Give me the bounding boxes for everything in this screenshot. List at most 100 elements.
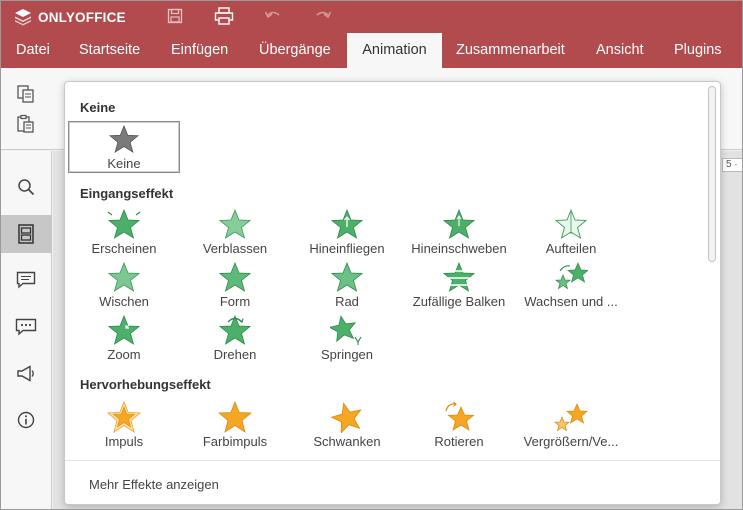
effect-farbimpuls[interactable]: Farbimpuls [179,400,291,452]
announcements-button[interactable] [0,355,52,393]
comment-icon [16,271,36,289]
search-icon [18,179,35,196]
print-button[interactable] [213,6,235,26]
star-split-icon [555,208,587,240]
effect-wischen[interactable]: Wischen [68,260,180,312]
star-float-in-icon [443,208,475,239]
effect-label: Hineinschweben [411,241,507,256]
effect-erscheinen[interactable]: Erscheinen [68,207,180,259]
star-rotate-icon [219,314,251,345]
megaphone-icon [17,365,34,382]
save-button[interactable] [164,6,186,26]
star-random-bars-icon [443,261,475,292]
star-fly-in-icon [331,208,363,239]
effect-zufaellige-balken[interactable]: Zufällige Balken [403,260,515,312]
tab-uebergaenge[interactable]: Übergänge [248,33,342,68]
effect-form[interactable]: Form [179,260,291,312]
tab-plugins[interactable]: Plugins [663,33,733,68]
effect-label: Zoom [107,347,141,362]
effect-aufteilen[interactable]: Aufteilen [515,207,627,259]
print-icon [214,7,234,25]
star-appear-icon [107,208,141,239]
title-bar: ONLYOFFICE [0,0,743,33]
effect-label: Impuls [104,434,144,449]
star-spin-icon [445,401,475,431]
effect-label: Drehen [213,347,257,362]
effect-label: Schwanken [313,434,381,449]
effect-rad[interactable]: Rad [291,260,403,312]
onlyoffice-logo-icon [15,9,31,26]
effect-label: Springen [320,347,374,362]
star-shape-icon [219,261,251,292]
star-teeter-icon [330,402,362,433]
effect-drehen[interactable]: Drehen [179,313,291,365]
about-button[interactable] [0,401,52,439]
panel-divider [65,460,720,461]
effect-label: Form [219,294,251,309]
effect-hineinfliegen[interactable]: Hineinfliegen [291,207,403,259]
animation-effects-panel: Keine Keine Eingangseffekt Erscheinen Ve… [64,81,721,505]
effect-label: Aufteilen [545,241,597,256]
chat-icon [15,318,37,336]
paste-button[interactable] [16,114,36,134]
left-sidebar [0,151,52,510]
comments-button[interactable] [0,261,52,299]
star-color-pulse-icon [218,401,252,433]
more-effects-link[interactable]: Mehr Effekte anzeigen [89,477,219,492]
effect-vergroessern-verkleinern[interactable]: Vergrößern/Ve... [515,400,627,452]
effect-impuls[interactable]: Impuls [68,400,180,452]
star-wipe-icon [108,261,140,292]
star-fade-icon [219,208,251,239]
star-grow-turn-icon [555,262,588,290]
tab-datei[interactable]: Datei [5,33,61,68]
effect-label: Keine [107,156,141,171]
redo-icon [316,11,332,19]
section-title-entrance: Eingangseffekt [80,186,174,201]
effect-label: Farbimpuls [202,434,268,449]
effect-label: Vergrößern/Ve... [523,434,619,449]
section-title-emphasis: Hervorhebungseffekt [80,377,211,392]
effect-label: Rad [335,294,359,309]
slides-icon [18,224,34,244]
tab-startseite[interactable]: Startseite [68,33,151,68]
tab-zusammenarbeit[interactable]: Zusammenarbeit [445,33,576,68]
star-pulse-icon [107,401,141,433]
effect-keine[interactable]: Keine [68,121,180,173]
undo-button[interactable] [262,6,284,26]
effect-label: Wachsen und ... [524,294,618,309]
section-title-none: Keine [80,100,116,115]
tab-bar: Datei Startseite Einfügen Übergänge Anim… [0,33,743,68]
effect-label: Verblassen [202,241,268,256]
panel-scrollbar[interactable] [708,86,716,262]
effect-verblassen[interactable]: Verblassen [179,207,291,259]
effect-springen[interactable]: Springen [291,313,403,365]
tab-einfuegen[interactable]: Einfügen [160,33,239,68]
effect-label: Zufällige Balken [412,294,506,309]
effect-schwanken[interactable]: Schwanken [291,400,403,452]
effect-label: Rotieren [434,434,484,449]
copy-button[interactable] [16,84,36,104]
star-wheel-icon [331,261,363,292]
search-button[interactable] [0,168,52,206]
chat-button[interactable] [0,308,52,346]
redo-button[interactable] [312,6,334,26]
effect-zoom[interactable]: Zoom [68,313,180,365]
star-gray-icon [109,124,139,153]
tab-animation[interactable]: Animation [347,33,442,68]
effect-rotieren[interactable]: Rotieren [403,400,515,452]
app-logo: ONLYOFFICE [14,7,126,27]
app-name: ONLYOFFICE [38,9,126,25]
slides-button[interactable] [0,215,52,253]
info-icon [17,411,35,429]
effect-hineinschweben[interactable]: Hineinschweben [403,207,515,259]
copy-icon [17,85,34,103]
star-bounce-icon [330,315,362,345]
ruler-fragment: 5 · [722,158,743,172]
tab-ansicht[interactable]: Ansicht [585,33,655,68]
paste-icon [17,114,34,133]
effect-wachsen-und-drehen[interactable]: Wachsen und ... [515,260,627,312]
effect-label: Wischen [99,294,149,309]
star-grow-shrink-icon [554,403,588,432]
save-icon [167,8,183,24]
effect-label: Hineinfliegen [309,241,385,256]
